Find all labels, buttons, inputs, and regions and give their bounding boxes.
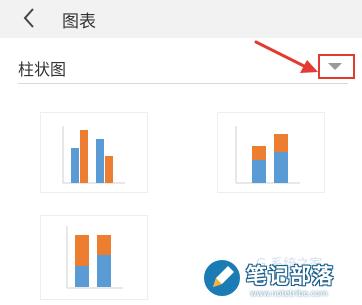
back-button[interactable]: [14, 3, 44, 33]
chart-type-label: 柱状图: [18, 60, 67, 79]
watermark: G 系统之家 笔记部落 www.notetribe.com: [196, 252, 362, 305]
clustered-column-chart-icon: [62, 126, 125, 184]
stacked-column-chart-icon: [235, 126, 300, 184]
chart-bar: [71, 148, 79, 183]
chart-thumbnail-stacked-column[interactable]: [217, 112, 325, 193]
chevron-left-icon: [23, 8, 34, 28]
selector-underline: [18, 83, 348, 84]
chart-thumbnail-clustered-column[interactable]: [40, 112, 148, 193]
dropdown-highlight-box: [318, 54, 355, 79]
watermark-title: 笔记部落: [246, 264, 334, 288]
chart-bar: [252, 146, 266, 160]
pencil-logo-icon: [202, 258, 242, 298]
chart-bar: [75, 266, 89, 287]
chart-bar: [274, 134, 288, 152]
chart-bar: [252, 160, 266, 183]
annotation-arrow-icon: [254, 40, 318, 73]
chart-bar: [105, 156, 113, 183]
chart-bar: [75, 235, 89, 266]
percent-stacked-column-chart-icon: [66, 226, 123, 289]
chart-bar: [97, 255, 111, 287]
watermark-url: www.notetribe.com: [250, 289, 328, 298]
chart-bar: [97, 235, 111, 255]
chart-bar: [96, 139, 104, 183]
chart-thumbnail-percent-stacked-column[interactable]: [40, 215, 148, 300]
chart-bar: [274, 152, 288, 183]
top-bar: 图表: [0, 0, 362, 38]
chart-bar: [80, 130, 88, 183]
page-title: 图表: [62, 12, 96, 32]
